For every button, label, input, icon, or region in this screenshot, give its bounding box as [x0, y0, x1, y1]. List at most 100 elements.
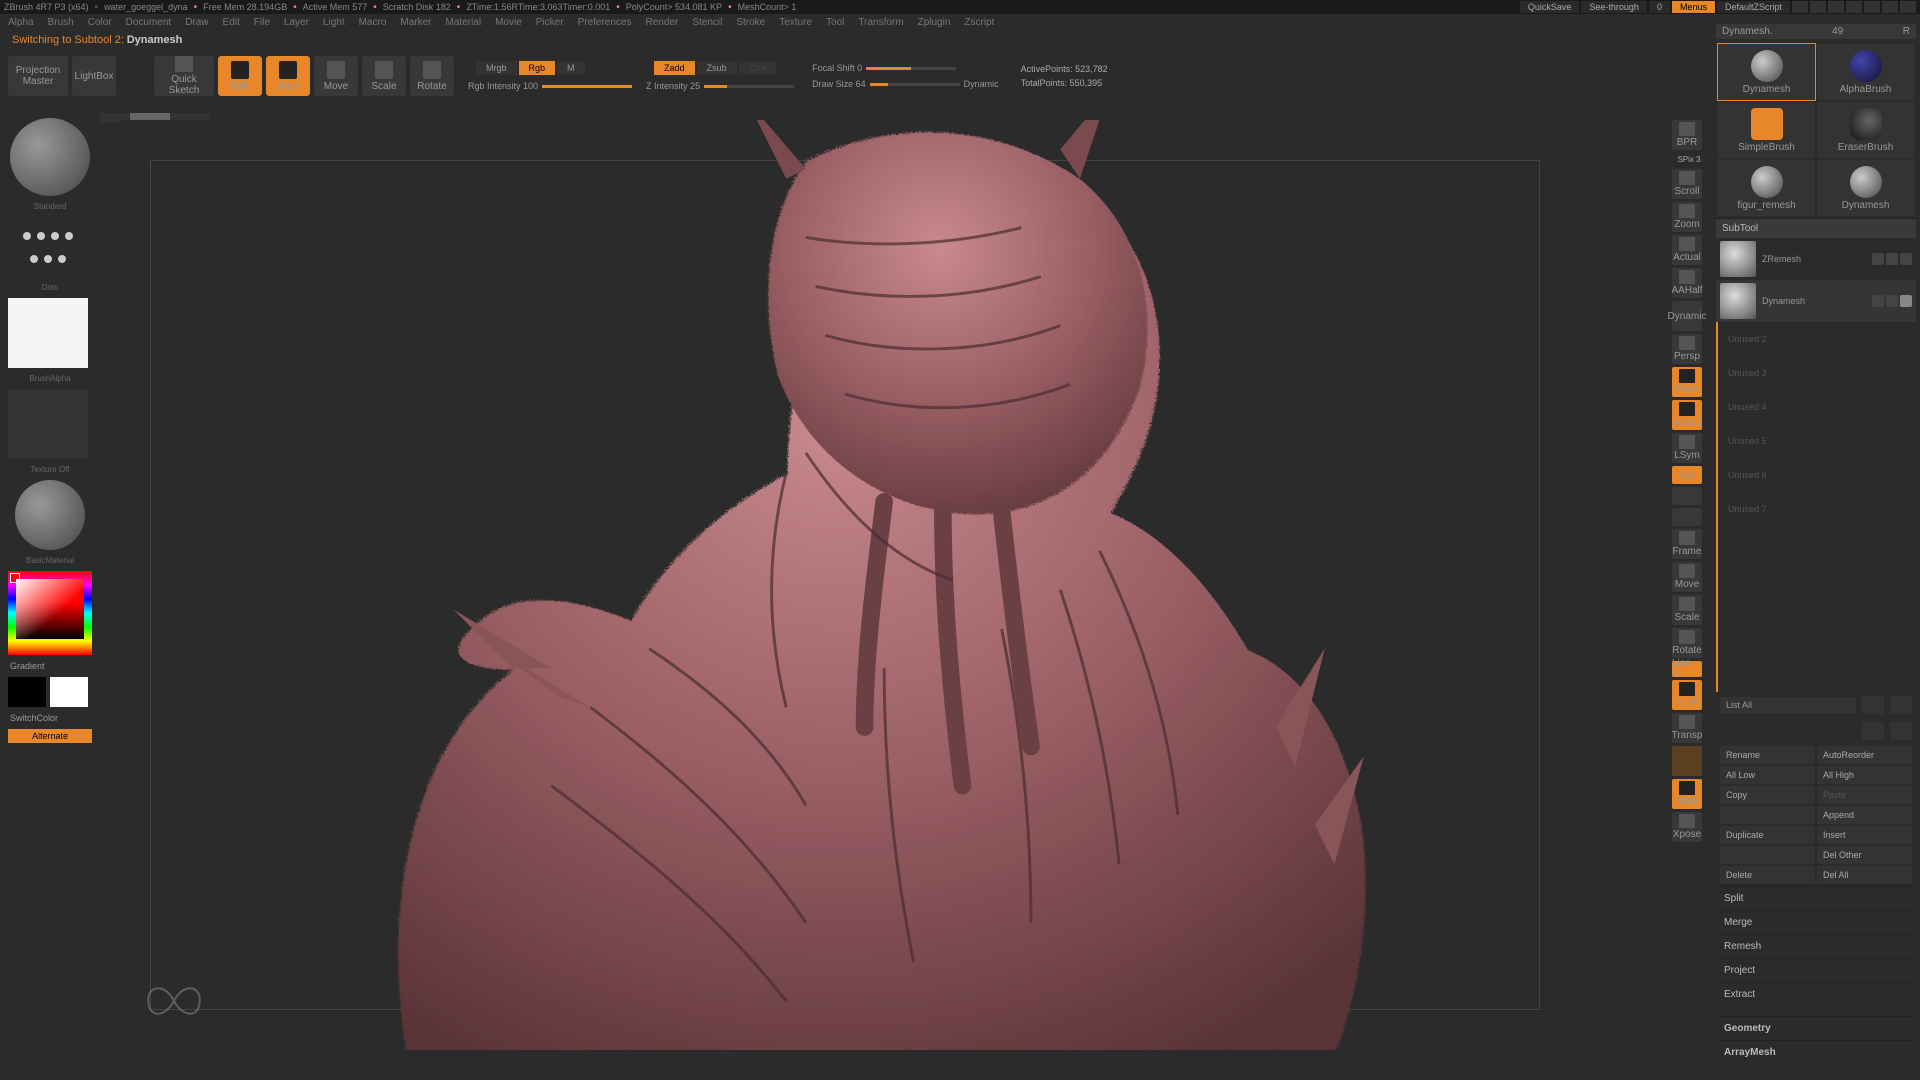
menu-stroke[interactable]: Stroke: [736, 17, 765, 28]
transp-button[interactable]: Transp: [1672, 713, 1702, 743]
floor-button[interactable]: Floor: [1672, 367, 1702, 397]
menu-texture[interactable]: Texture: [779, 17, 812, 28]
alpha-thumbnail[interactable]: [8, 298, 88, 368]
menu-macro[interactable]: Macro: [359, 17, 387, 28]
menu-draw[interactable]: Draw: [185, 17, 208, 28]
paint-icon[interactable]: [1872, 253, 1884, 265]
gradient-label[interactable]: Gradient: [8, 659, 92, 673]
draw-size-slider[interactable]: [870, 83, 960, 86]
menu-document[interactable]: Document: [126, 17, 172, 28]
draw-button[interactable]: Draw: [266, 56, 310, 96]
ghost-button[interactable]: [1672, 746, 1702, 776]
mask-icon[interactable]: [1886, 295, 1898, 307]
unused-slot[interactable]: Unused 3: [1718, 356, 1916, 390]
alllow-button[interactable]: All Low: [1720, 766, 1815, 784]
tool-thumb-2[interactable]: SimpleBrush: [1718, 102, 1815, 158]
local-button[interactable]: Local: [1672, 400, 1702, 430]
viewport[interactable]: [120, 120, 1570, 1050]
aahalf-button[interactable]: AAHalf: [1672, 268, 1702, 298]
menu-preferences[interactable]: Preferences: [578, 17, 632, 28]
menu-stencil[interactable]: Stencil: [692, 17, 722, 28]
scale2-button[interactable]: Scale: [1672, 595, 1702, 625]
focal-shift-label[interactable]: Focal Shift 0: [812, 63, 862, 73]
autoreorder-button[interactable]: AutoReorder: [1817, 746, 1912, 764]
stroke-thumbnail[interactable]: [8, 217, 88, 277]
dynamic-button[interactable]: Dynamic: [1672, 301, 1702, 331]
delall-button[interactable]: Del All: [1817, 866, 1912, 884]
rgb-intensity-slider[interactable]: [542, 85, 632, 88]
polyf-button[interactable]: PolyF: [1672, 680, 1702, 710]
menu-transform[interactable]: Transform: [858, 17, 903, 28]
linefill-button[interactable]: Line Fill: [1672, 661, 1702, 677]
menu-color[interactable]: Color: [88, 17, 112, 28]
rotate-button[interactable]: Rotate: [410, 56, 454, 96]
subtool-header[interactable]: SubTool: [1716, 218, 1916, 238]
close-icon[interactable]: [1900, 1, 1916, 13]
focal-shift-slider[interactable]: [866, 67, 956, 70]
tool-thumb-4[interactable]: figur_remesh: [1718, 160, 1815, 216]
merge-section[interactable]: Merge: [1716, 910, 1916, 934]
misc1-button[interactable]: [1672, 487, 1702, 505]
layout-icon[interactable]: [1792, 1, 1808, 13]
menu-render[interactable]: Render: [646, 17, 679, 28]
z-intensity-slider[interactable]: [704, 85, 794, 88]
mask-icon[interactable]: [1886, 253, 1898, 265]
zsub-button[interactable]: Zsub: [697, 61, 737, 75]
menu-light[interactable]: Light: [323, 17, 345, 28]
edit-button[interactable]: Edit: [218, 56, 262, 96]
rgb-button[interactable]: Rgb: [519, 61, 556, 75]
actual-button[interactable]: Actual: [1672, 235, 1702, 265]
tool-thumb-0[interactable]: Dynamesh: [1718, 44, 1815, 100]
material-thumbnail[interactable]: [15, 480, 85, 550]
brush-thumbnail[interactable]: [10, 118, 90, 196]
move2-button[interactable]: Move: [1672, 562, 1702, 592]
alternate-button[interactable]: Alternate: [8, 729, 92, 743]
unused-slot[interactable]: Unused 5: [1718, 424, 1916, 458]
minimize-icon[interactable]: [1864, 1, 1880, 13]
extract-section[interactable]: Extract: [1716, 982, 1916, 1006]
quicksketch-button[interactable]: Quick Sketch: [154, 56, 214, 96]
m-button[interactable]: M: [557, 61, 585, 75]
menu-tool[interactable]: Tool: [826, 17, 844, 28]
maximize-icon[interactable]: [1882, 1, 1898, 13]
color-picker[interactable]: [8, 571, 92, 655]
z-intensity-label[interactable]: Z Intensity 25: [646, 81, 700, 91]
tool-r[interactable]: R: [1903, 26, 1910, 37]
arrow-move-button[interactable]: [1862, 722, 1884, 740]
quicksave-button[interactable]: QuickSave: [1520, 1, 1580, 13]
rgb-intensity-label[interactable]: Rgb Intensity 100: [468, 81, 538, 91]
switchcolor-button[interactable]: SwitchColor: [8, 711, 92, 725]
paint-icon[interactable]: [1872, 295, 1884, 307]
secondary-color[interactable]: [8, 677, 46, 707]
projection-master-button[interactable]: Projection Master: [8, 56, 68, 96]
delete-button[interactable]: Delete: [1720, 866, 1815, 884]
list-all-button[interactable]: List All: [1720, 697, 1856, 713]
arraymesh-section[interactable]: ArrayMesh: [1716, 1040, 1916, 1064]
arrow-swap-button[interactable]: [1890, 722, 1912, 740]
zoom-button[interactable]: Zoom: [1672, 202, 1702, 232]
scroll-button[interactable]: Scroll: [1672, 169, 1702, 199]
draw-size-label[interactable]: Draw Size 64: [812, 79, 866, 89]
tool-thumb-3[interactable]: EraserBrush: [1817, 102, 1914, 158]
zadd-button[interactable]: Zadd: [654, 61, 695, 75]
menu-file[interactable]: File: [254, 17, 270, 28]
persp-button[interactable]: Persp: [1672, 334, 1702, 364]
scale-button[interactable]: Scale: [362, 56, 406, 96]
menu-layer[interactable]: Layer: [284, 17, 309, 28]
unused-slot[interactable]: Unused 7: [1718, 492, 1916, 526]
menu-zscript[interactable]: Zscript: [964, 17, 994, 28]
allhigh-button[interactable]: All High: [1817, 766, 1912, 784]
zcut-button[interactable]: Zcut: [739, 61, 777, 75]
menu-zplugin[interactable]: Zplugin: [918, 17, 951, 28]
layout4-icon[interactable]: [1846, 1, 1862, 13]
lightbox-button[interactable]: LightBox: [72, 56, 116, 96]
xyz-button[interactable]: Xyz: [1672, 466, 1702, 484]
texture-thumbnail[interactable]: [8, 389, 88, 459]
menu-edit[interactable]: Edit: [223, 17, 240, 28]
insert-button[interactable]: Insert: [1817, 826, 1912, 844]
paste-button[interactable]: Paste: [1817, 786, 1912, 804]
split-section[interactable]: Split: [1716, 886, 1916, 910]
spix-label[interactable]: SPix 3: [1672, 153, 1706, 166]
remesh-section[interactable]: Remesh: [1716, 934, 1916, 958]
solo-button[interactable]: Solo: [1672, 779, 1702, 809]
